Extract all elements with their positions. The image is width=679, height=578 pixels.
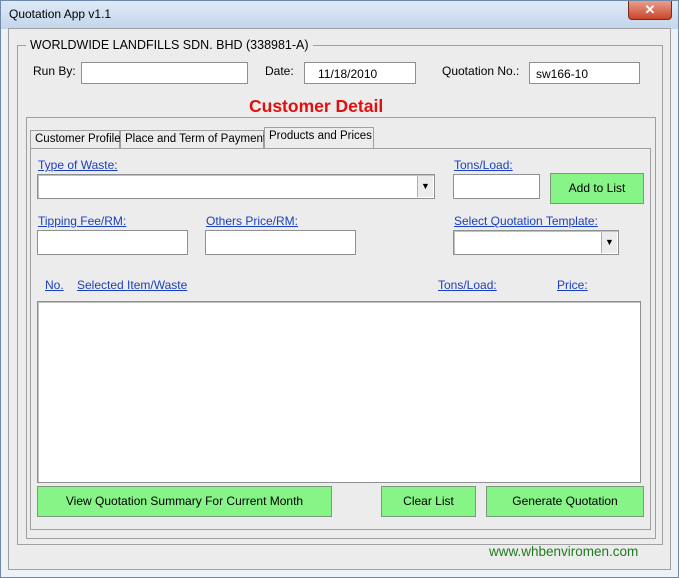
selected-items-list[interactable] <box>37 301 641 483</box>
chevron-down-icon[interactable]: ▼ <box>417 176 433 197</box>
tons-load-label: Tons/Load: <box>454 158 513 172</box>
chevron-down-icon[interactable]: ▼ <box>601 232 617 253</box>
website-link[interactable]: www.whbenviromen.com <box>489 544 638 559</box>
section-heading: Customer Detail <box>249 96 384 116</box>
list-header-tons: Tons/Load: <box>438 278 497 292</box>
others-price-label: Others Price/RM: <box>206 214 299 228</box>
select-template-combo[interactable]: ▼ <box>453 230 619 255</box>
close-button[interactable]: ✕ <box>628 1 672 20</box>
tab-customer-profile[interactable]: Customer Profile <box>30 130 121 148</box>
select-template-label: Select Quotation Template: <box>454 214 598 228</box>
type-of-waste-combo[interactable]: ▼ <box>37 174 435 199</box>
run-by-label: Run By: <box>33 64 76 78</box>
quotation-no-label: Quotation No.: <box>442 64 520 78</box>
type-of-waste-label: Type of Waste: <box>38 158 118 172</box>
add-to-list-button[interactable]: Add to List <box>550 173 644 204</box>
window-title: Quotation App v1.1 <box>9 7 112 21</box>
generate-quotation-button[interactable]: Generate Quotation <box>486 486 644 517</box>
tab-place-and-term-of-payment[interactable]: Place and Term of Payment <box>120 130 266 148</box>
tab-products-and-prices[interactable]: Products and Prices <box>264 127 374 149</box>
run-by-field[interactable] <box>81 62 248 84</box>
tipping-fee-label: Tipping Fee/RM: <box>38 214 127 228</box>
clear-list-button[interactable]: Clear List <box>381 486 476 517</box>
list-header-item: Selected Item/Waste <box>77 278 188 292</box>
list-header-no: No. <box>45 278 64 292</box>
tons-load-field[interactable] <box>453 174 540 199</box>
title-bar: Quotation App v1.1 <box>1 1 678 29</box>
tipping-fee-field[interactable] <box>37 230 188 255</box>
quotation-no-field[interactable]: sw166-10 <box>529 62 640 84</box>
view-quotation-summary-button[interactable]: View Quotation Summary For Current Month <box>37 486 332 517</box>
date-label: Date: <box>265 64 294 78</box>
others-price-field[interactable] <box>205 230 356 255</box>
date-field[interactable]: 11/18/2010 <box>304 62 416 84</box>
list-header-price: Price: <box>557 278 588 292</box>
close-icon: ✕ <box>644 2 656 17</box>
company-name: WORLDWIDE LANDFILLS SDN. BHD (338981-A) <box>26 38 313 52</box>
